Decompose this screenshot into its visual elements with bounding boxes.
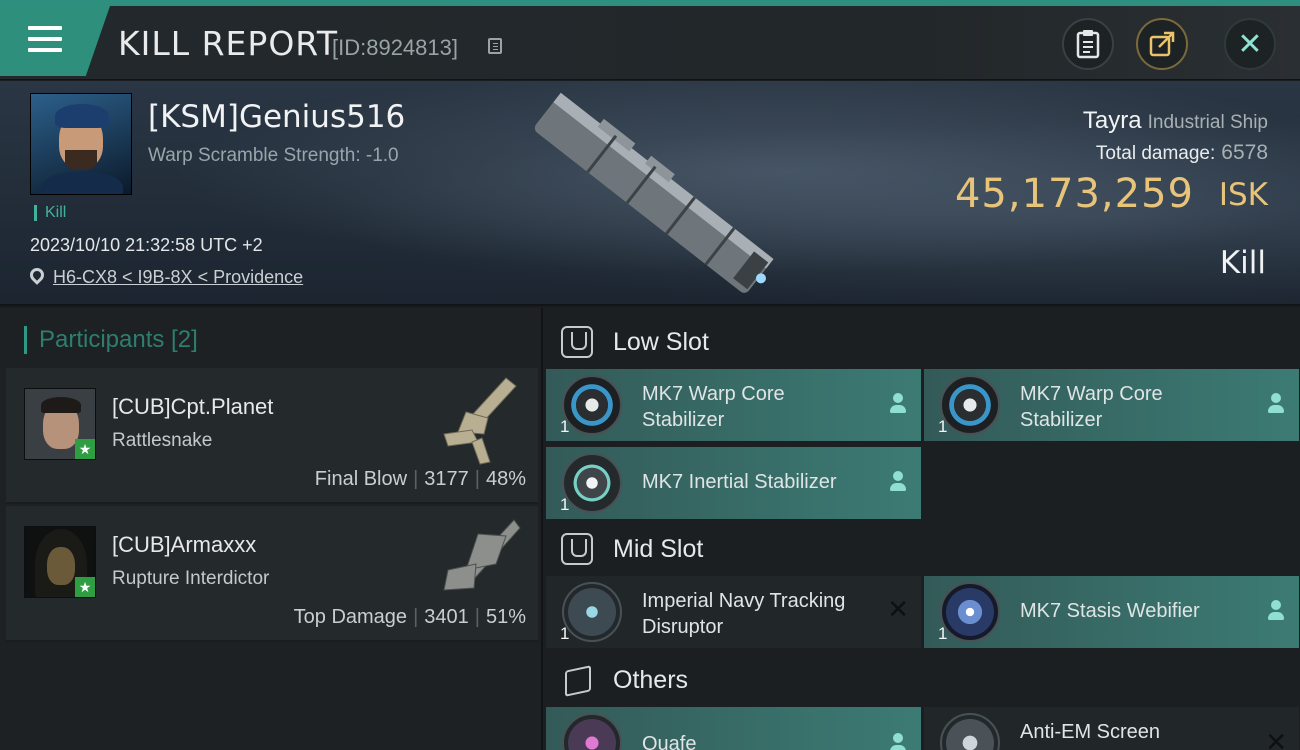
report-id: [ID:8924813] — [332, 35, 458, 60]
copy-icon[interactable] — [488, 38, 502, 54]
cargo-box-icon — [561, 664, 593, 696]
mid-slot-icon — [561, 533, 593, 565]
warp-scramble-strength: Warp Scramble Strength: -1.0 — [148, 145, 399, 166]
module-name: MK7 Stasis Webifier — [1020, 600, 1200, 622]
avatar[interactable]: ★ — [24, 526, 96, 598]
destroyed-icon: ✕ — [887, 594, 909, 624]
location-pin-icon — [27, 265, 47, 285]
low-slot-icon — [561, 326, 593, 358]
module-quantity: 1 — [560, 417, 570, 436]
pilot-icon — [889, 393, 907, 415]
isk-value: 45,173,259 — [954, 171, 1194, 217]
pilot-icon — [889, 733, 907, 750]
pilot-icon — [889, 471, 907, 493]
kill-datetime: 2023/10/10 21:32:58 UTC +2 — [30, 235, 263, 255]
module-icon — [562, 582, 622, 642]
participant-stats: Final Blow | 3177 | 48% — [314, 468, 526, 490]
participants-panel: Participants [2] ★ [CUB]Cpt.Planet Rattl… — [0, 308, 543, 750]
kill-location-link[interactable]: H6-CX8 < I9B-8X < Providence — [53, 267, 303, 288]
menu-icon — [28, 26, 62, 59]
mid-slot-module[interactable]: 1 MK7 Stasis Webifier — [924, 576, 1299, 648]
mid-slot-title: Mid Slot — [613, 535, 704, 563]
participant-ship: Rupture Interdictor — [112, 568, 270, 589]
victim-banner: [KSM]Genius516 Warp Scramble Strength: -… — [0, 81, 1300, 306]
participant-stats: Top Damage | 3401 | 51% — [293, 606, 526, 628]
victim-ship-image — [534, 92, 774, 293]
low-slot-module[interactable]: 1 MK7 Warp Core Stabilizer — [924, 369, 1299, 441]
share-icon — [1149, 31, 1175, 57]
others-module[interactable]: Anti-EM Screen ✕ — [924, 707, 1299, 750]
module-quantity: 1 — [938, 417, 948, 436]
participant-percent: 48% — [485, 468, 526, 490]
mid-slot-header: Mid Slot — [543, 519, 1300, 579]
pilot-icon — [1267, 393, 1285, 415]
low-slot-header: Low Slot — [543, 312, 1300, 372]
header-bar: KILL REPORT [ID:8924813] ✕ — [0, 6, 1300, 80]
destroyed-icon: ✕ — [1265, 727, 1287, 750]
victim-ship-class: Industrial Ship — [1147, 112, 1268, 133]
module-name: MK7 Inertial Stabilizer — [642, 471, 837, 493]
mid-slot-module[interactable]: 1 Imperial Navy Tracking Disruptor ✕ — [546, 576, 921, 648]
clipboard-button[interactable] — [1062, 18, 1114, 70]
participant-damage: 3177 — [424, 468, 469, 490]
kill-tag: Kill — [34, 205, 66, 221]
participant-role: Final Blow — [314, 468, 408, 490]
module-quantity: 1 — [560, 495, 570, 514]
total-damage: Total damage: 6578 — [1096, 141, 1268, 165]
module-icon — [940, 582, 1000, 642]
module-name: Anti-EM Screen — [1020, 721, 1161, 743]
share-button[interactable] — [1136, 18, 1188, 70]
module-name: Imperial Navy Tracking Disruptor — [642, 590, 846, 638]
fitting-panel: Low Slot 1 MK7 Warp Core Stabilizer 1 MK… — [543, 308, 1300, 750]
low-slot-module[interactable]: 1 MK7 Warp Core Stabilizer — [546, 369, 921, 441]
victim-avatar[interactable] — [30, 93, 132, 195]
module-icon — [562, 713, 622, 750]
module-name: MK7 Warp Core Stabilizer — [1020, 383, 1163, 431]
others-header: Others — [543, 650, 1300, 710]
victim-name[interactable]: [KSM]Genius516 — [148, 99, 405, 135]
clipboard-icon — [1076, 30, 1100, 59]
module-quantity: 1 — [938, 624, 948, 643]
victim-ship-name[interactable]: Tayra — [1083, 107, 1142, 134]
menu-button[interactable] — [0, 6, 110, 76]
low-slot-title: Low Slot — [613, 328, 709, 356]
close-button[interactable]: ✕ — [1224, 18, 1276, 70]
total-damage-value: 6578 — [1221, 141, 1268, 164]
module-icon — [562, 453, 622, 513]
participant-row[interactable]: ★ [CUB]Armaxxx Rupture Interdictor Top D… — [6, 506, 538, 642]
participant-ship: Rattlesnake — [112, 430, 213, 451]
others-module[interactable]: Quafe — [546, 707, 921, 750]
page-title: KILL REPORT — [118, 24, 338, 63]
participant-role: Top Damage — [293, 606, 408, 628]
participant-name[interactable]: [CUB]Armaxxx — [112, 532, 256, 558]
module-name: Quafe — [642, 733, 697, 750]
module-quantity: 1 — [560, 624, 570, 643]
kill-result: Kill — [1219, 245, 1266, 281]
avatar[interactable]: ★ — [24, 388, 96, 460]
participant-damage: 3401 — [424, 606, 469, 628]
module-name: MK7 Warp Core Stabilizer — [642, 383, 785, 431]
participant-ship-image — [443, 377, 517, 465]
module-icon — [940, 375, 1000, 435]
star-icon: ★ — [75, 577, 95, 597]
participant-ship-image — [443, 519, 521, 591]
module-icon — [562, 375, 622, 435]
close-icon: ✕ — [1237, 27, 1263, 61]
participant-row[interactable]: ★ [CUB]Cpt.Planet Rattlesnake Final Blow… — [6, 368, 538, 504]
victim-ship: Tayra Industrial Ship — [1083, 107, 1268, 135]
module-icon — [940, 713, 1000, 750]
star-icon: ★ — [75, 439, 95, 459]
isk-unit: ISK — [1218, 177, 1268, 213]
pilot-icon — [1267, 600, 1285, 622]
participants-heading: Participants [2] — [24, 326, 198, 354]
participant-name[interactable]: [CUB]Cpt.Planet — [112, 394, 273, 420]
total-damage-label: Total damage: — [1095, 143, 1216, 164]
others-title: Others — [613, 666, 689, 694]
participant-percent: 51% — [485, 606, 526, 628]
low-slot-module[interactable]: 1 MK7 Inertial Stabilizer — [546, 447, 921, 519]
